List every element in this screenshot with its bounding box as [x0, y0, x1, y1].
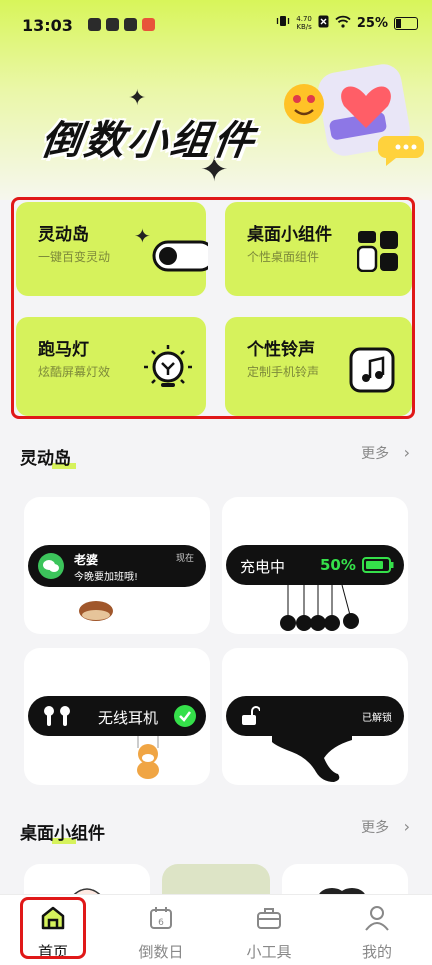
card-subtitle: 炫酷屏幕灯效 — [38, 365, 111, 379]
pendulum-illustration — [276, 584, 366, 637]
card-subtitle: 定制手机铃声 — [247, 365, 320, 379]
more-desktop-link[interactable]: 更多 › — [361, 817, 410, 837]
page-title: 倒数小组件 — [38, 118, 260, 164]
vibrate-icon — [276, 14, 290, 32]
status-time: 13:03 — [22, 16, 73, 35]
hero-illustration — [282, 52, 424, 170]
lightbulb-icon — [142, 343, 194, 399]
cat-paw-illustration — [272, 732, 352, 790]
charging-percent: 50% — [320, 556, 356, 574]
card-desktop-widget[interactable]: 桌面小组件 个性桌面组件 — [225, 202, 412, 296]
app-notification-icon — [88, 18, 101, 31]
charging-label: 充电中 — [240, 558, 286, 576]
chevron-right-icon: › — [403, 817, 410, 836]
sparkle-icon: ✦ — [134, 224, 151, 248]
more-island-link[interactable]: 更多 › — [361, 443, 410, 463]
card-dynamic-island[interactable]: 灵动岛 一键百变灵动 ✦ — [16, 202, 216, 296]
earbuds-icon — [42, 705, 72, 731]
nav-label: 小工具 — [246, 943, 292, 961]
island-widget-charging[interactable]: 充电中 50% — [222, 497, 408, 634]
island-pill: 老婆 今晚要加班哦! 现在 — [28, 545, 206, 587]
section-title-island: 灵动岛 — [20, 444, 76, 469]
toolbox-icon — [234, 905, 304, 935]
more-label: 更多 — [361, 446, 390, 462]
card-ringtone[interactable]: 个性铃声 定制手机铃声 — [225, 317, 412, 416]
app-notification-icon — [106, 18, 119, 31]
calendar-icon: 6 — [126, 905, 196, 935]
card-title: 个性铃声 — [247, 340, 315, 360]
card-marquee[interactable]: 跑马灯 炫酷屏幕灯效 — [16, 317, 206, 416]
chestnut-illustration — [76, 597, 116, 627]
net-speed-value: 4.70 — [296, 15, 312, 23]
nav-label: 倒数日 — [138, 943, 184, 961]
island-widget-unlock[interactable]: 已解锁 — [222, 648, 408, 785]
battery-icon — [394, 16, 418, 30]
wifi-icon — [335, 15, 351, 32]
shiba-illustration — [128, 736, 168, 784]
island-pill: 充电中 50% — [226, 545, 404, 585]
message-text: 今晚要加班哦! — [74, 572, 139, 583]
net-speed-unit: KB/s — [296, 23, 312, 31]
section-title-desktop: 桌面小组件 — [20, 819, 105, 844]
sender-name: 老婆 — [74, 553, 99, 567]
battery-charging-icon — [362, 557, 394, 577]
wechat-icon — [38, 553, 64, 583]
toggle-icon — [152, 240, 216, 276]
user-icon — [342, 905, 412, 935]
earphone-label: 无线耳机 — [98, 709, 159, 727]
play-notification-icon — [124, 18, 137, 31]
music-note-icon — [349, 347, 395, 397]
island-pill: 无线耳机 — [28, 696, 206, 736]
island-widget-earphones[interactable]: 无线耳机 — [24, 648, 210, 785]
home-highlight — [20, 897, 86, 959]
status-bar: 13:03 4.70 KB/s 25% — [0, 0, 432, 50]
island-widget-wechat[interactable]: 老婆 今晚要加班哦! 现在 — [24, 497, 210, 634]
nav-label: 我的 — [361, 943, 392, 961]
nav-tools[interactable]: 小工具 — [234, 901, 304, 962]
nav-countdown[interactable]: 6 倒数日 — [126, 901, 196, 962]
net-speed: 4.70 KB/s — [296, 15, 312, 31]
card-title: 灵动岛 — [38, 225, 89, 245]
card-title: 跑马灯 — [38, 340, 89, 360]
notification-icons — [88, 18, 155, 31]
svg-text:6: 6 — [158, 918, 164, 928]
nav-profile[interactable]: 我的 — [342, 901, 412, 962]
battery-percent: 25% — [356, 15, 388, 31]
card-subtitle: 个性桌面组件 — [247, 250, 320, 264]
more-label: 更多 — [361, 820, 390, 836]
card-title: 桌面小组件 — [247, 225, 332, 245]
widget-grid-icon — [356, 230, 399, 276]
chevron-right-icon: › — [403, 443, 410, 462]
app-notification-icon — [142, 18, 155, 31]
check-icon — [174, 705, 196, 731]
unlock-icon — [240, 706, 261, 730]
unlock-label: 已解锁 — [362, 713, 392, 724]
no-sim-icon — [318, 15, 329, 32]
message-time: 现在 — [175, 554, 194, 564]
island-pill: 已解锁 — [226, 696, 404, 736]
card-subtitle: 一键百变灵动 — [38, 250, 111, 264]
